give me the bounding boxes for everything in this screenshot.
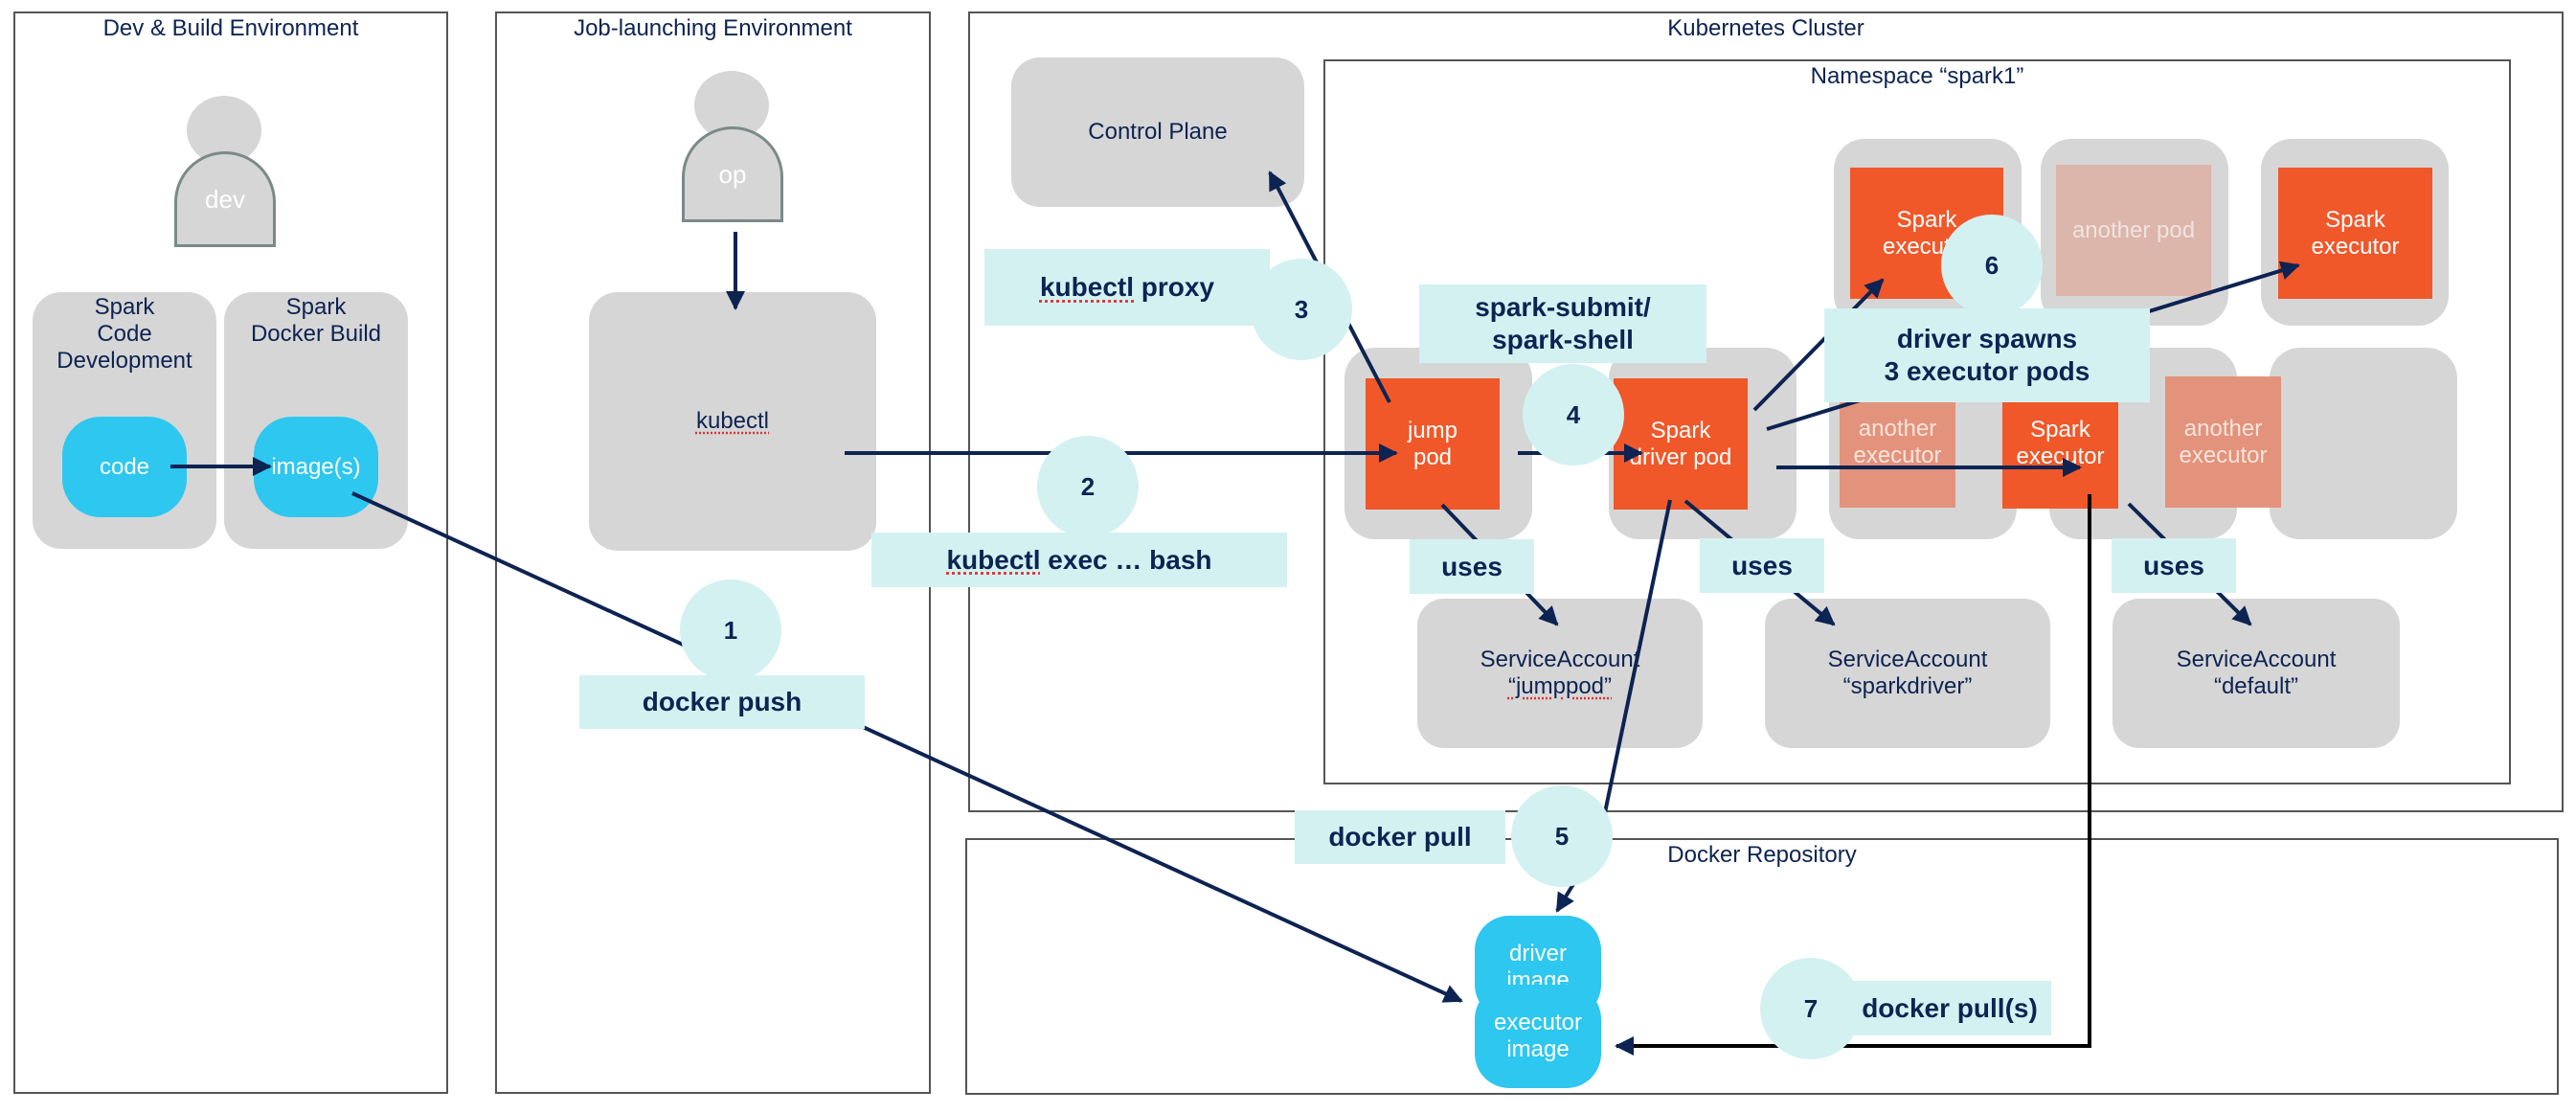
service-account-sparkdriver[interactable]: ServiceAccount “sparkdriver” (1765, 599, 2050, 748)
kubectl-box[interactable]: kubectl (589, 292, 876, 551)
docker-repository-title: Docker Repository (1667, 842, 1857, 868)
service-account-default-name: ServiceAccount (2176, 647, 2337, 672)
spark-docker-build-title: Spark Docker Build (250, 294, 382, 347)
service-account-jumppod[interactable]: ServiceAccount “jumppod” (1417, 599, 1703, 748)
step-1-label: docker push (579, 675, 865, 729)
uses-label-jump: uses (1410, 539, 1534, 594)
step-4-label: spark-submit/ spark-shell (1419, 284, 1706, 363)
kubernetes-cluster-title: Kubernetes Cluster (1667, 15, 1864, 41)
service-account-sparkdriver-id: “sparkdriver” (1842, 673, 1973, 699)
jump-pod[interactable]: jump pod (1366, 378, 1500, 510)
service-account-jumppod-id: “jumppod” (1507, 673, 1613, 699)
service-account-default-id: “default” (2213, 673, 2299, 699)
kubectl-label: kubectl (695, 408, 770, 434)
step-2-label-kubectl: kubectl (946, 544, 1041, 575)
step-1-badge: 1 (680, 579, 781, 681)
service-account-sparkdriver-name: ServiceAccount (1827, 647, 1988, 672)
another-pod[interactable]: another pod (2056, 165, 2211, 296)
step-2-badge: 2 (1037, 436, 1139, 537)
op-person-label: op (718, 159, 747, 189)
step-6-label: driver spawns 3 executor pods (1824, 308, 2150, 402)
uses-label-executor: uses (2112, 538, 2236, 593)
images-pill[interactable]: image(s) (254, 417, 378, 517)
step-3-label-kubectl: kubectl (1039, 272, 1134, 302)
namespace-title: Namespace “spark1” (1810, 63, 2024, 89)
dev-person-label: dev (205, 184, 245, 214)
spark-executor-pod-top-right[interactable]: Spark executor (2278, 168, 2432, 299)
dev-person-icon: dev (174, 151, 276, 247)
executor-image-pill[interactable]: executor image (1475, 985, 1601, 1088)
step-5-badge: 5 (1511, 785, 1613, 887)
step-3-badge: 3 (1251, 259, 1352, 360)
images-label: image(s) (271, 453, 361, 480)
op-person-icon: op (682, 126, 783, 222)
code-label: code (99, 453, 150, 480)
another-executor-pod-2[interactable]: another executor (2165, 376, 2281, 508)
step-2-label: kubectl exec … bash (871, 533, 1287, 587)
control-plane-box[interactable]: Control Plane (1011, 57, 1304, 207)
control-plane-label: Control Plane (1088, 119, 1228, 145)
step-4-badge: 4 (1523, 364, 1624, 466)
uses-label-driver: uses (1700, 538, 1824, 593)
step-3-label: kubectl proxy (984, 249, 1270, 326)
job-launching-environment-title: Job-launching Environment (574, 15, 852, 41)
step-6-badge: 6 (1941, 215, 2043, 316)
docker-repository: Docker Repository (965, 838, 2559, 1095)
service-account-default[interactable]: ServiceAccount “default” (2113, 599, 2400, 748)
step-7-badge: 7 (1760, 958, 1862, 1059)
step-5-label: docker pull (1295, 810, 1505, 864)
service-account-jumppod-name: ServiceAccount (1480, 647, 1640, 672)
dev-build-environment-title: Dev & Build Environment (102, 15, 359, 41)
code-pill[interactable]: code (62, 417, 187, 517)
spark-code-development-title: Spark Code Development (56, 294, 192, 374)
spark-driver-pod[interactable]: Spark driver pod (1614, 378, 1748, 510)
pod-slot (2270, 348, 2457, 539)
